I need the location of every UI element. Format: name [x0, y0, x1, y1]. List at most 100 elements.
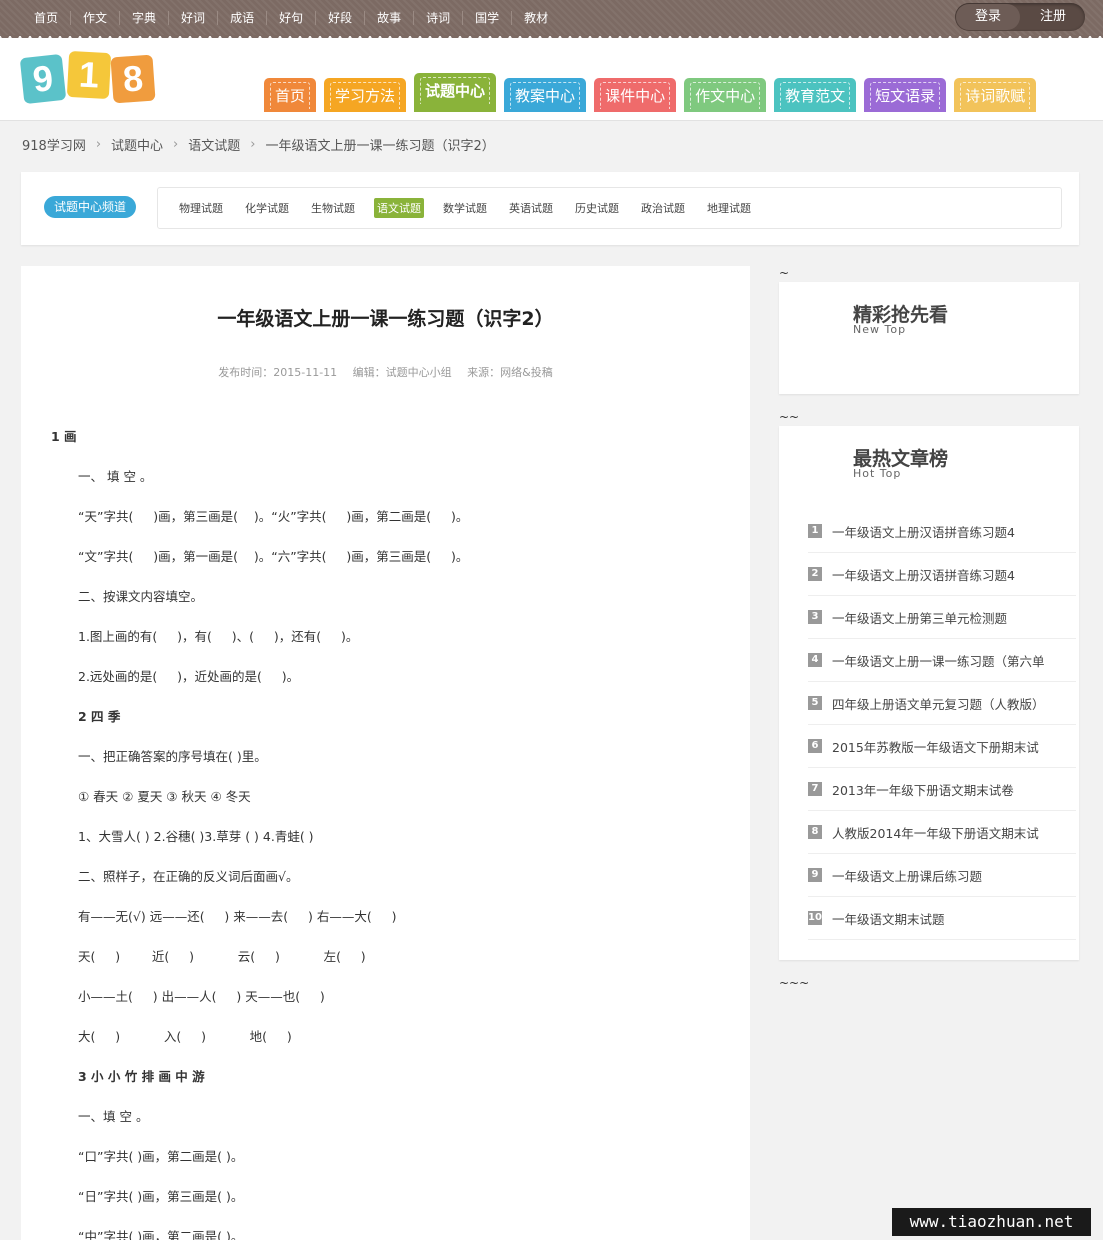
login-button[interactable]: 登录 — [956, 4, 1020, 30]
content-line: “文”字共( )画，第一画是( )。“六”字共( )画，第三画是( )。 — [78, 549, 469, 564]
main-nav-tab[interactable]: 课件中心 — [594, 78, 677, 112]
channel-link[interactable]: 数学试题 — [440, 198, 490, 218]
top-nav-item[interactable]: 好词 — [168, 11, 217, 25]
rank-item-title: 一年级语文上册汉语拼音练习题4 — [832, 567, 1015, 583]
section-heading: 2 四 季 — [78, 709, 121, 724]
hot-rank-item[interactable]: 8 人教版2014年一年级下册语文期末试 — [808, 811, 1076, 854]
site-logo[interactable]: 9 1 8 — [19, 50, 162, 108]
main-nav-tab-label: 教案中心 — [510, 82, 581, 109]
logo-digit: 1 — [66, 50, 112, 100]
main-nav-tab[interactable]: 试题中心 — [414, 73, 497, 112]
channel-link[interactable]: 英语试题 — [506, 198, 556, 218]
new-top-subtitle: New Top — [853, 323, 907, 336]
article-content: 1 画一、 填 空 。 “天”字共( )画，第三画是( )。“火”字共( )画，第… — [51, 426, 731, 1240]
content-line: 二、按课文内容填空。 — [78, 589, 204, 604]
register-button[interactable]: 注册 — [1021, 4, 1085, 30]
breadcrumb-home[interactable]: 918学习网 — [22, 135, 86, 154]
logo-digit: 9 — [19, 53, 67, 105]
rank-item-title: 一年级语文上册课后练习题 — [832, 868, 983, 884]
main-nav-tab-label: 试题中心 — [420, 77, 491, 104]
content-line: 二、照样子，在正确的反义词后面画√。 — [78, 869, 299, 884]
breadcrumb-current: 一年级语文上册一课一练习题（识字2） — [265, 139, 495, 154]
rank-number-badge: 5 — [808, 696, 822, 710]
hot-rank-item[interactable]: 4 一年级语文上册一课一练习题（第六单 — [808, 639, 1076, 682]
hot-rank-item[interactable]: 6 2015年苏教版一年级语文下册期末试 — [808, 725, 1076, 768]
content-line: 1、大雪人( ) 2.谷穗( )3.草芽 ( ) 4.青蛙( ) — [78, 829, 314, 844]
content-line: “天”字共( )画，第三画是( )。“火”字共( )画，第二画是( )。 — [78, 509, 469, 524]
breadcrumb: 918学习网 › 试题中心 › 语文试题 › 一年级语文上册一课一练习题（识字2… — [22, 135, 495, 154]
top-nav-item[interactable]: 字典 — [119, 11, 168, 25]
channel-link[interactable]: 生物试题 — [308, 198, 358, 218]
rank-number-badge: 9 — [808, 868, 822, 882]
channel-link[interactable]: 物理试题 — [176, 198, 226, 218]
content-line: 大( ) 入( ) 地( ) — [78, 1029, 292, 1044]
rank-item-title: 一年级语文上册第三单元检测题 — [832, 610, 1008, 626]
main-nav-tab-label: 短文语录 — [870, 82, 941, 109]
content-line: 1.图上画的有( )，有( )、( )，还有( )。 — [78, 629, 359, 644]
hot-rank-item[interactable]: 2 一年级语文上册汉语拼音练习题4 — [808, 553, 1076, 596]
hot-rank-list: 1 一年级语文上册汉语拼音练习题4 2 一年级语文上册汉语拼音练习题4 3 一年级语文上册… — [808, 510, 1076, 940]
section-heading: 1 画 — [51, 429, 77, 444]
hot-rank-item[interactable]: 9 一年级语文上册课后练习题 — [808, 854, 1076, 897]
top-nav-item[interactable]: 好句 — [266, 11, 315, 25]
content-line: 天( ) 近( ) 云( ) 左( ) — [78, 949, 366, 964]
source: 来源：网络&投稿 — [467, 366, 553, 379]
channel-link[interactable]: 地理试题 — [704, 198, 754, 218]
rank-number-badge: 8 — [808, 825, 822, 839]
content-line: “中”字共( )画，第二画是( )。 — [78, 1229, 244, 1240]
top-nav-item[interactable]: 好段 — [315, 11, 364, 25]
top-nav-item[interactable]: 教材 — [511, 11, 560, 25]
channel-link[interactable]: 历史试题 — [572, 198, 622, 218]
hot-top-subtitle: Hot Top — [853, 467, 902, 480]
channel-link[interactable]: 语文试题 — [374, 198, 424, 218]
rank-item-title: 人教版2014年一年级下册语文期末试 — [832, 825, 1039, 841]
top-nav-item[interactable]: 首页 — [22, 11, 70, 25]
main-nav-tab[interactable]: 学习方法 — [324, 78, 407, 112]
breadcrumb-exam-center[interactable]: 试题中心 — [111, 135, 163, 154]
main-nav-tab[interactable]: 教案中心 — [504, 78, 587, 112]
rank-number-badge: 2 — [808, 567, 822, 581]
rank-item-title: 2015年苏教版一年级语文下册期末试 — [832, 739, 1039, 755]
hot-top-box: 最热文章榜 Hot Top 1 一年级语文上册汉语拼音练习题4 2 一年级语文上册汉语… — [779, 426, 1079, 960]
main-nav-tab-label: 学习方法 — [330, 82, 401, 109]
article-title: 一年级语文上册一课一练习题（识字2） — [217, 308, 554, 330]
main-nav-tab[interactable]: 短文语录 — [864, 78, 947, 112]
hot-rank-item[interactable]: 1 一年级语文上册汉语拼音练习题4 — [808, 510, 1076, 553]
content-line: 2.远处画的是( )，近处画的是( )。 — [78, 669, 300, 684]
new-top-box: 精彩抢先看 New Top — [779, 282, 1079, 394]
main-nav-tab[interactable]: 首页 — [264, 78, 317, 112]
top-nav-item[interactable]: 成语 — [217, 11, 266, 25]
rank-number-badge: 7 — [808, 782, 822, 796]
main-nav-tab[interactable]: 作文中心 — [684, 78, 767, 112]
main-nav-tab[interactable]: 诗词歌赋 — [954, 78, 1037, 112]
top-bar: 首页 作文 字典 好词 成语 好句 好段 故事 诗词 国学 教材 登录 注册 — [0, 0, 1103, 41]
sidebar-separator: ~~ — [779, 410, 800, 424]
article-meta: 发布时间：2015-11-11 编辑：试题中心小组 来源：网络&投稿 — [21, 364, 750, 380]
content-line: 小——土( ) 出——人( ) 天——也( ) — [78, 989, 325, 1004]
main-nav-tab[interactable]: 教育范文 — [774, 78, 857, 112]
rank-item-title: 四年级上册语文单元复习题（人教版） — [832, 696, 1045, 712]
main-nav-tab-label: 教育范文 — [780, 82, 851, 109]
hot-rank-item[interactable]: 7 2013年一年级下册语文期末试卷 — [808, 768, 1076, 811]
channel-link[interactable]: 化学试题 — [242, 198, 292, 218]
rank-number-badge: 1 — [808, 524, 822, 538]
channel-label: 试题中心频道 — [44, 196, 137, 218]
rank-number-badge: 6 — [808, 739, 822, 753]
channel-link[interactable]: 政治试题 — [638, 198, 688, 218]
chevron-right-icon: › — [95, 137, 102, 152]
hot-rank-item[interactable]: 10 一年级语文期末试题 — [808, 897, 1076, 940]
hot-rank-item[interactable]: 5 四年级上册语文单元复习题（人教版） — [808, 682, 1076, 725]
top-nav-item[interactable]: 作文 — [70, 11, 119, 25]
top-nav: 首页 作文 字典 好词 成语 好句 好段 故事 诗词 国学 教材 — [22, 0, 560, 36]
hot-rank-item[interactable]: 3 一年级语文上册第三单元检测题 — [808, 596, 1076, 639]
breadcrumb-chinese-exams[interactable]: 语文试题 — [188, 135, 240, 154]
top-nav-item[interactable]: 故事 — [364, 11, 413, 25]
site-header: 9 1 8 首页 学习方法 试题中心 教案中心 课件中心 作文中心 教育范文 短文语录 诗词歌赋 — [0, 38, 1103, 121]
channel-bar: 试题中心频道 物理试题 化学试题 生物试题 语文试题 数学试题 英语试题 历史试题 政治试题地… — [21, 172, 1079, 245]
chevron-right-icon: › — [173, 137, 179, 152]
top-nav-item[interactable]: 国学 — [462, 11, 511, 25]
main-nav-tab-label: 首页 — [270, 82, 311, 109]
top-nav-item[interactable]: 诗词 — [413, 11, 462, 25]
auth-box: 登录 注册 — [955, 3, 1085, 31]
main-nav: 首页 学习方法 试题中心 教案中心 课件中心 作文中心 教育范文 短文语录 诗词歌赋 — [264, 73, 1044, 117]
